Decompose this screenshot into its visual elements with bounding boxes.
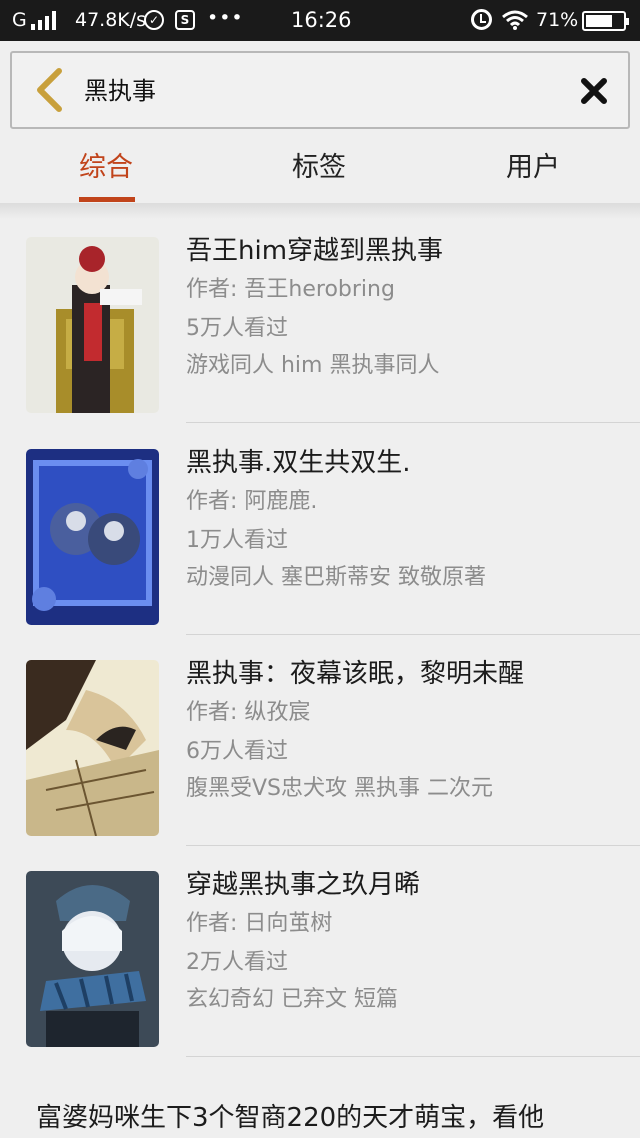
more-notifications-icon: ••• (207, 7, 244, 29)
book-tags: 腹黑受VS忠犬攻 黑执事 二次元 (186, 776, 494, 801)
book-views: 1万人看过 (186, 528, 288, 553)
book-tags: 动漫同人 塞巴斯蒂安 致敬原著 (186, 565, 486, 590)
book-cover-image (26, 237, 159, 413)
book-tags: 游戏同人 him 黑执事同人 (186, 353, 440, 378)
battery-percent: 71% (536, 9, 579, 31)
battery-icon (582, 11, 629, 31)
divider (186, 422, 640, 423)
list-item[interactable]: 黑执事.双生共双生. 作者: 阿鹿鹿. 1万人看过 动漫同人 塞巴斯蒂安 致敬原… (0, 424, 640, 635)
list-item[interactable]: 吾王him穿越到黑执事 作者: 吾王herobring 5万人看过 游戏同人 h… (0, 212, 640, 423)
book-title: 黑执事.双生共双生. (186, 448, 411, 478)
book-views: 6万人看过 (186, 739, 288, 764)
signal-icon (31, 11, 63, 30)
divider (186, 1056, 640, 1057)
network-speed: 47.8K/s (75, 9, 147, 31)
tab-users[interactable]: 用户 (506, 148, 560, 188)
network-type: G (12, 9, 27, 31)
book-views: 5万人看过 (186, 316, 288, 341)
chevron-left-icon[interactable] (32, 67, 66, 113)
book-tags: 玄幻奇幻 已弃文 短篇 (186, 987, 398, 1012)
book-author: 作者: 阿鹿鹿. (186, 489, 318, 514)
book-author: 作者: 吾王herobring (186, 277, 395, 302)
shield-icon: ✓ (144, 10, 164, 30)
book-cover-image (26, 449, 159, 625)
promo-text[interactable]: 富婆妈咪生下3个智商220的天才萌宝，看他 (36, 1098, 544, 1138)
active-tab-indicator (79, 197, 135, 202)
book-title: 黑执事：夜幕该眠，黎明未醒 (186, 659, 525, 689)
search-input[interactable]: 黑执事 (84, 73, 156, 109)
book-cover-image (26, 660, 159, 836)
book-author: 作者: 纵孜宸 (186, 700, 311, 725)
close-icon[interactable] (580, 77, 608, 105)
book-author: 作者: 日向茧树 (186, 911, 333, 936)
book-cover-image (26, 871, 159, 1047)
search-bar: 黑执事 (10, 51, 630, 129)
tab-tags[interactable]: 标签 (292, 148, 346, 188)
book-title: 穿越黑执事之玖月晞 (186, 870, 421, 900)
clock-time: 16:26 (291, 8, 352, 32)
wifi-icon (502, 10, 528, 30)
tab-bar: 综合 标签 用户 (0, 140, 640, 203)
tab-all[interactable]: 综合 (79, 148, 133, 188)
status-bar: G 47.8K/s ✓ S ••• 16:26 71% (0, 0, 640, 41)
alarm-icon (471, 9, 492, 30)
list-item[interactable]: 穿越黑执事之玖月晞 作者: 日向茧树 2万人看过 玄幻奇幻 已弃文 短篇 (0, 846, 640, 1057)
book-title: 吾王him穿越到黑执事 (186, 236, 444, 266)
sim-icon: S (175, 10, 195, 30)
book-views: 2万人看过 (186, 950, 288, 975)
list-item[interactable]: 黑执事：夜幕该眠，黎明未醒 作者: 纵孜宸 6万人看过 腹黑受VS忠犬攻 黑执事… (0, 635, 640, 846)
